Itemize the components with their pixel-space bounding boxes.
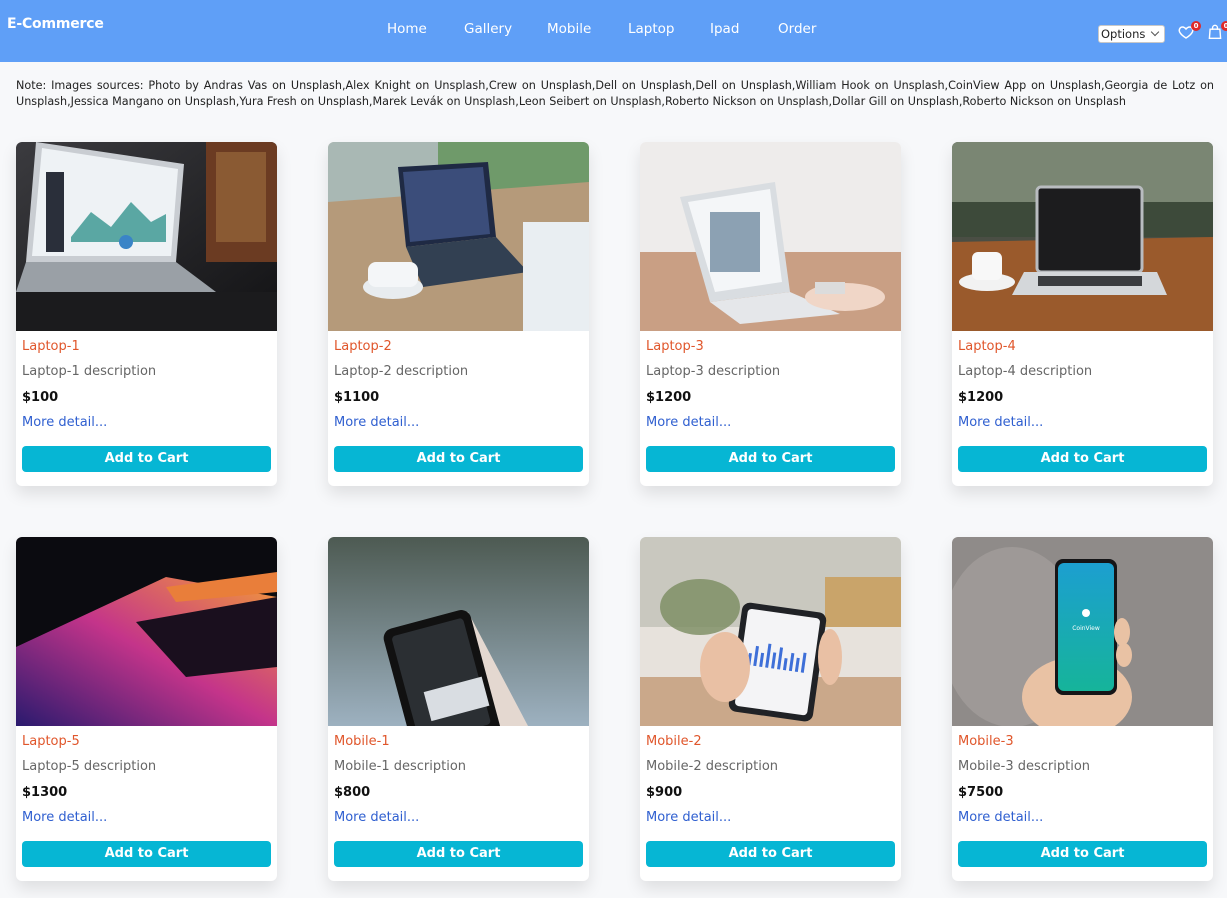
product-title[interactable]: Mobile-2 [646, 734, 702, 749]
cart-button[interactable]: 0 [1208, 21, 1227, 42]
more-detail-link[interactable]: More detail... [958, 415, 1043, 430]
product-title[interactable]: Laptop-2 [334, 339, 392, 354]
product-description: Laptop-2 description [334, 364, 469, 379]
product-price: $1300 [22, 785, 68, 800]
product-image [16, 142, 277, 331]
product-description: Laptop-5 description [22, 759, 157, 774]
product-card: Laptop-2 Laptop-2 description $1100 More… [328, 142, 589, 486]
more-detail-link[interactable]: More detail... [958, 810, 1043, 825]
coinview-app-text: CoinView [1072, 625, 1100, 632]
add-to-cart-button[interactable]: Add to Cart [958, 841, 1207, 867]
product-description: Laptop-4 description [958, 364, 1093, 379]
product-card: Mobile-1 Mobile-1 description $800 More … [328, 537, 589, 881]
nav-home[interactable]: Home [387, 21, 427, 37]
add-to-cart-button[interactable]: Add to Cart [334, 841, 583, 867]
add-to-cart-button[interactable]: Add to Cart [958, 446, 1207, 472]
product-title[interactable]: Laptop-4 [958, 339, 1016, 354]
site-logo[interactable]: E-Commerce [7, 16, 104, 32]
product-card: CoinView Mobile-3 Mobile-3 description $… [952, 537, 1213, 881]
product-price: $1100 [334, 390, 380, 405]
more-detail-link[interactable]: More detail... [22, 810, 107, 825]
product-price: $900 [646, 785, 683, 800]
navbar: E-Commerce Home Gallery Mobile Laptop Ip… [0, 0, 1227, 62]
product-card: Mobile-2 Mobile-2 description $900 More … [640, 537, 901, 881]
more-detail-link[interactable]: More detail... [646, 415, 731, 430]
product-description: Laptop-1 description [22, 364, 157, 379]
product-title[interactable]: Mobile-3 [958, 734, 1014, 749]
more-detail-link[interactable]: More detail... [22, 415, 107, 430]
wishlist-button[interactable]: 0 [1178, 21, 1201, 42]
product-description: Mobile-1 description [334, 759, 467, 774]
product-image: CoinView [952, 537, 1213, 726]
options-select[interactable]: Options [1098, 25, 1165, 43]
product-description: Mobile-2 description [646, 759, 779, 774]
more-detail-link[interactable]: More detail... [334, 415, 419, 430]
wishlist-badge: 0 [1191, 21, 1201, 31]
add-to-cart-button[interactable]: Add to Cart [334, 446, 583, 472]
product-card: Laptop-4 Laptop-4 description $1200 More… [952, 142, 1213, 486]
more-detail-link[interactable]: More detail... [334, 810, 419, 825]
product-title[interactable]: Laptop-1 [22, 339, 80, 354]
nav-order[interactable]: Order [778, 21, 816, 37]
product-title[interactable]: Mobile-1 [334, 734, 390, 749]
product-card: Laptop-5 Laptop-5 description $1300 More… [16, 537, 277, 881]
product-title[interactable]: Laptop-3 [646, 339, 704, 354]
product-image [328, 537, 589, 726]
add-to-cart-button[interactable]: Add to Cart [646, 841, 895, 867]
product-price: $800 [334, 785, 371, 800]
shopping-bag-icon [1208, 24, 1222, 39]
image-credits-note: Note: Images sources: Photo by Andras Va… [16, 79, 1214, 108]
nav-laptop[interactable]: Laptop [628, 21, 675, 37]
add-to-cart-button[interactable]: Add to Cart [646, 446, 895, 472]
nav-ipad[interactable]: Ipad [710, 21, 739, 37]
product-card: Laptop-1 Laptop-1 description $100 More … [16, 142, 277, 486]
product-image [640, 537, 901, 726]
product-image [640, 142, 901, 331]
product-price: $7500 [958, 785, 1004, 800]
chevron-down-icon [1150, 27, 1160, 37]
add-to-cart-button[interactable]: Add to Cart [22, 446, 271, 472]
more-detail-link[interactable]: More detail... [646, 810, 731, 825]
product-image [952, 142, 1213, 331]
product-description: Laptop-3 description [646, 364, 781, 379]
product-image [328, 142, 589, 331]
product-card: Laptop-3 Laptop-3 description $1200 More… [640, 142, 901, 486]
product-title[interactable]: Laptop-5 [22, 734, 80, 749]
product-description: Mobile-3 description [958, 759, 1091, 774]
nav-mobile[interactable]: Mobile [547, 21, 591, 37]
product-image [16, 537, 277, 726]
product-price: $100 [22, 390, 59, 405]
add-to-cart-button[interactable]: Add to Cart [22, 841, 271, 867]
nav-gallery[interactable]: Gallery [464, 21, 512, 37]
cart-badge: 0 [1221, 21, 1227, 31]
product-price: $1200 [646, 390, 692, 405]
options-select-value: Options [1101, 27, 1146, 41]
product-price: $1200 [958, 390, 1004, 405]
